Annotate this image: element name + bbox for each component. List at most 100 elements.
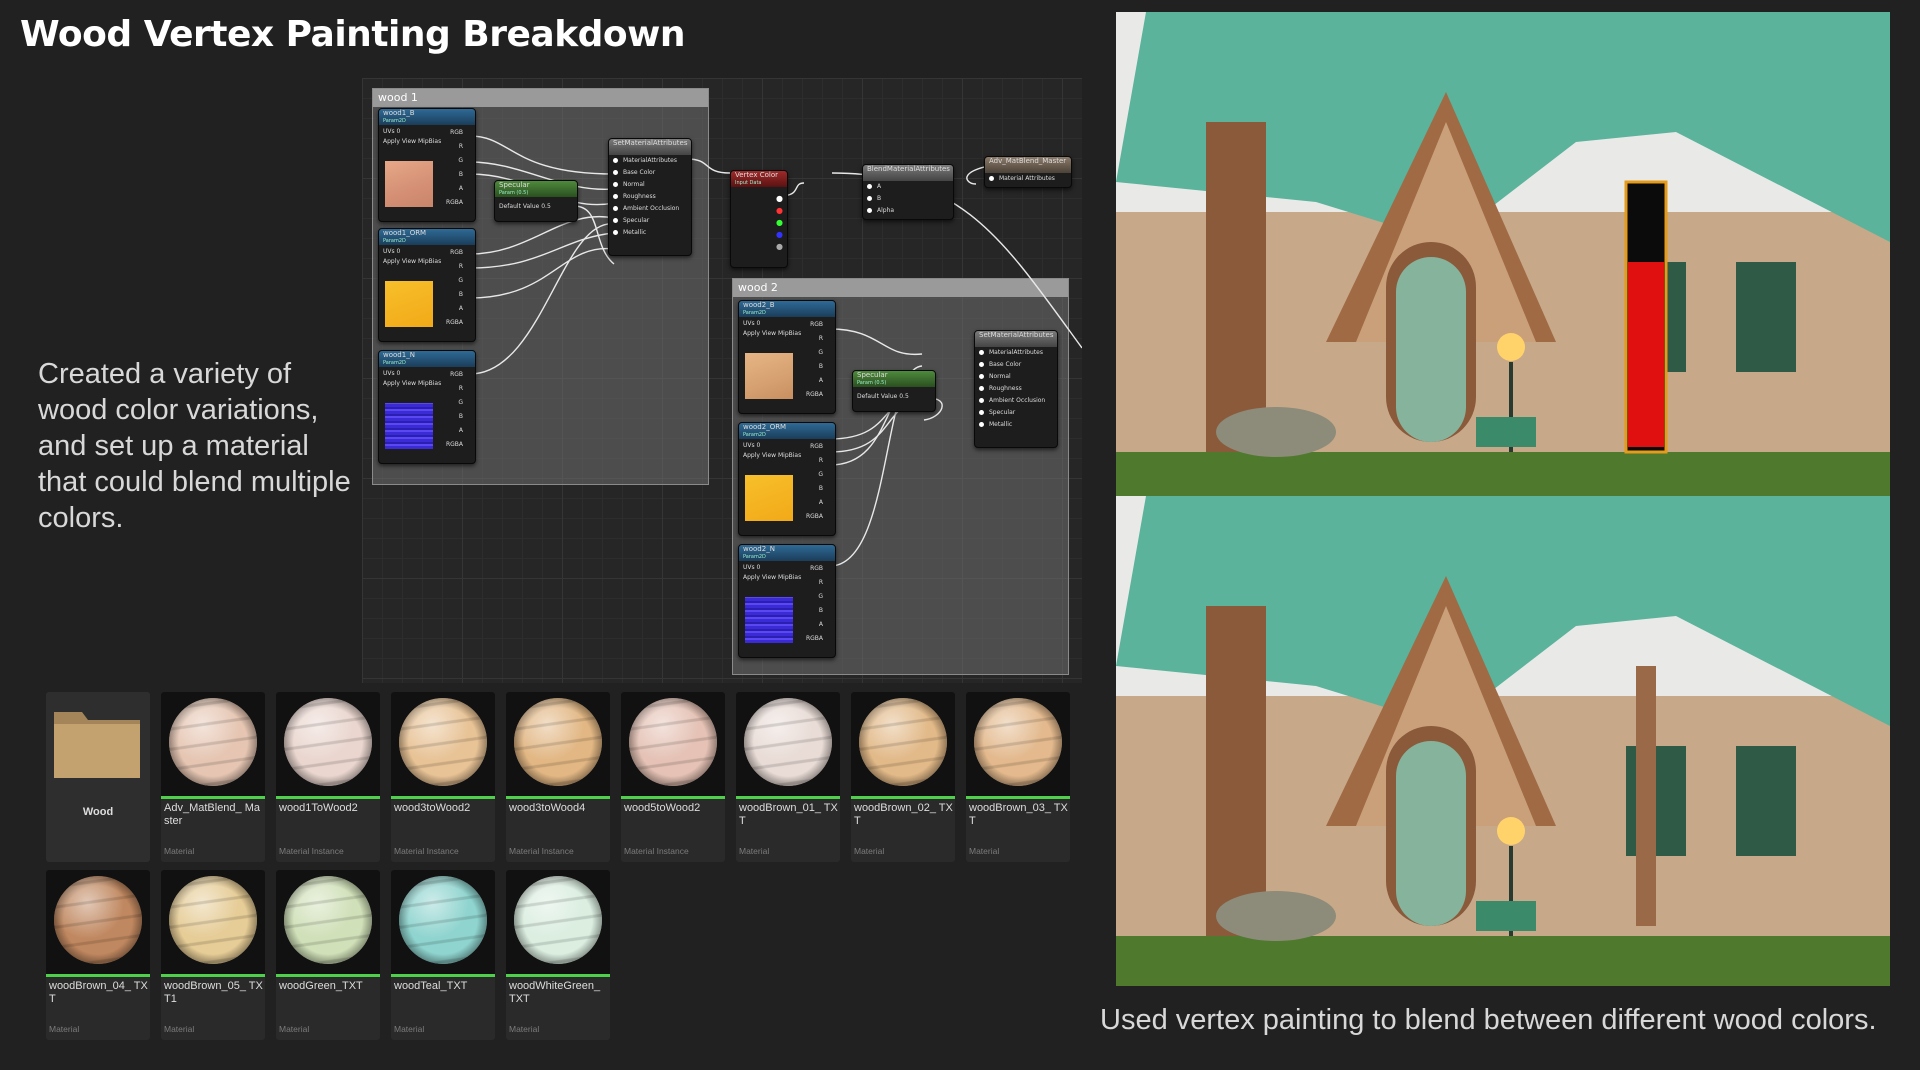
input-pin[interactable]: Ambient Occlusion (609, 203, 691, 215)
asset-tile[interactable]: woodBrown_03_ TXT Material (966, 692, 1070, 862)
node-title: wood1_N (383, 351, 415, 359)
asset-type-bar (46, 974, 150, 977)
texture-node-wood1-n[interactable]: wood1_N Param2D UVs 0 Apply View MipBias … (378, 350, 476, 464)
input-pin[interactable]: Roughness (609, 191, 691, 203)
material-sphere-icon (744, 698, 832, 786)
input-pin[interactable]: Material Attributes (985, 173, 1071, 185)
asset-tile[interactable]: woodTeal_TXT Material (391, 870, 495, 1040)
material-sphere-icon (514, 698, 602, 786)
texture-node-wood1-b[interactable]: wood1_B Param2D UVs 0 Apply View MipBias … (378, 108, 476, 222)
input-pin[interactable]: Specular (609, 215, 691, 227)
input-pin[interactable]: Alpha (863, 205, 953, 217)
asset-type: Material (164, 846, 195, 856)
asset-type-bar (391, 974, 495, 977)
input-pin[interactable]: Ambient Occlusion (975, 395, 1057, 407)
description-text: Created a variety of wood color variatio… (38, 358, 351, 534)
asset-type-bar (736, 796, 840, 799)
material-sphere-icon (54, 876, 142, 964)
material-sphere-icon (974, 698, 1062, 786)
node-title: wood2_N (743, 545, 775, 553)
scalar-node-specular-2[interactable]: Specular Param (0.5) Default Value 0.5 (852, 370, 936, 412)
output-pins: RGB R G B A RGBA (805, 565, 823, 642)
node-subtitle: Param2D (743, 310, 766, 316)
node-subtitle: Param2D (743, 432, 766, 438)
vertex-color-node[interactable]: Vertex Color Input Data ● ● ● ● ● (730, 170, 788, 268)
input-pin[interactable]: Normal (975, 371, 1057, 383)
folder-icon (54, 712, 140, 778)
node-subtitle: Param (0.5) (857, 380, 887, 386)
input-pin[interactable]: Normal (609, 179, 691, 191)
asset-tile[interactable]: woodBrown_04_ TXT Material (46, 870, 150, 1040)
asset-tile[interactable]: wood5toWood2 Material Instance (621, 692, 725, 862)
node-title: wood1_B (383, 109, 415, 117)
asset-type-bar (506, 796, 610, 799)
input-pin[interactable]: Roughness (975, 383, 1057, 395)
input-pin[interactable]: Metallic (975, 419, 1057, 431)
asset-tile[interactable]: woodBrown_05_ TXT1 Material (161, 870, 265, 1040)
asset-tile[interactable]: woodWhiteGreen_ TXT Material (506, 870, 610, 1040)
asset-type: Material (394, 1024, 425, 1034)
texture-node-wood2-orm[interactable]: wood2_ORM Param2D UVs 0 Apply View MipBia… (738, 422, 836, 536)
asset-tile[interactable]: wood3toWood4 Material Instance (506, 692, 610, 862)
node-title: SetMaterialAttributes (609, 139, 691, 155)
input-pin[interactable]: Base Color (975, 359, 1057, 371)
asset-name: woodTeal_TXT (394, 980, 468, 992)
node-title: wood2_ORM (743, 423, 787, 431)
input-pin[interactable]: A (863, 181, 953, 193)
asset-tile[interactable]: woodBrown_01_ TXT Material (736, 692, 840, 862)
scalar-node-specular-1[interactable]: Specular Param (0.5) Default Value 0.5 (494, 180, 578, 222)
house-render-top (1116, 12, 1890, 502)
texture-node-wood2-n[interactable]: wood2_N Param2D UVs 0 Apply View MipBias … (738, 544, 836, 658)
asset-thumbnail (851, 692, 955, 796)
render-with-vertex-paint-mask (1116, 12, 1890, 502)
input-pin[interactable]: Base Color (609, 167, 691, 179)
asset-type: Material Instance (624, 846, 689, 856)
input-pin[interactable]: Specular (975, 407, 1057, 419)
output-pins: RGB R G B A RGBA (805, 321, 823, 398)
default-value-field[interactable]: Default Value 0.5 (495, 197, 577, 216)
asset-name: woodBrown_03_ TXT (969, 802, 1068, 827)
asset-type: Material (854, 846, 885, 856)
asset-name: woodWhiteGreen_ TXT (509, 980, 601, 1005)
asset-tile[interactable]: woodBrown_02_ TXT Material (851, 692, 955, 862)
asset-type-bar (506, 974, 610, 977)
output-pins: RGB R G B A RGBA (805, 443, 823, 520)
blend-material-attributes-node[interactable]: BlendMaterialAttributes A B Alpha (862, 164, 954, 220)
texture-node-wood2-b[interactable]: wood2_B Param2D UVs 0 Apply View MipBias … (738, 300, 836, 414)
input-pin[interactable]: MaterialAttributes (975, 347, 1057, 359)
set-material-attributes-node-2[interactable]: SetMaterialAttributes MaterialAttributes… (974, 330, 1058, 448)
render-final-result (1116, 496, 1890, 986)
page-title: Wood Vertex Painting Breakdown (20, 14, 686, 55)
set-material-attributes-node-1[interactable]: SetMaterialAttributes MaterialAttributes… (608, 138, 692, 256)
material-result-node[interactable]: Adv_MatBlend_Master Material Attributes (984, 156, 1072, 188)
asset-thumbnail (391, 870, 495, 974)
output-pins: ● ● ● ● ● (776, 194, 783, 251)
asset-name: wood3toWood4 (509, 802, 586, 814)
asset-tile[interactable]: Adv_MatBlend_ Master Material (161, 692, 265, 862)
material-sphere-icon (169, 876, 257, 964)
texture-node-wood1-orm[interactable]: wood1_ORM Param2D UVs 0 Apply View MipBia… (378, 228, 476, 342)
asset-type: Material (969, 846, 1000, 856)
asset-thumbnail (506, 870, 610, 974)
asset-thumbnail (966, 692, 1070, 796)
render-caption: Used vertex painting to blend between di… (1100, 1004, 1877, 1036)
asset-name: woodGreen_TXT (279, 980, 363, 992)
asset-type-bar (276, 796, 380, 799)
asset-type-bar (161, 796, 265, 799)
input-pin[interactable]: MaterialAttributes (609, 155, 691, 167)
asset-thumbnail (161, 870, 265, 974)
asset-type: Material Instance (394, 846, 459, 856)
asset-name: woodBrown_05_ TXT1 (164, 980, 263, 1005)
asset-tile[interactable]: wood3toWood2 Material Instance (391, 692, 495, 862)
output-pins: RGB R G B A RGBA (445, 249, 463, 326)
folder-tile[interactable]: Wood (46, 692, 150, 862)
node-subtitle: Param2D (383, 238, 406, 244)
input-pin[interactable]: Metallic (609, 227, 691, 239)
default-value-field[interactable]: Default Value 0.5 (853, 387, 935, 406)
input-pin[interactable]: B (863, 193, 953, 205)
material-node-graph[interactable]: wood 1 wood 2 wood1_B Param2D UVs 0 Apply… (362, 78, 1082, 683)
asset-tile[interactable]: wood1ToWood2 Material Instance (276, 692, 380, 862)
asset-thumbnail (391, 692, 495, 796)
asset-thumbnail (621, 692, 725, 796)
asset-tile[interactable]: woodGreen_TXT Material (276, 870, 380, 1040)
